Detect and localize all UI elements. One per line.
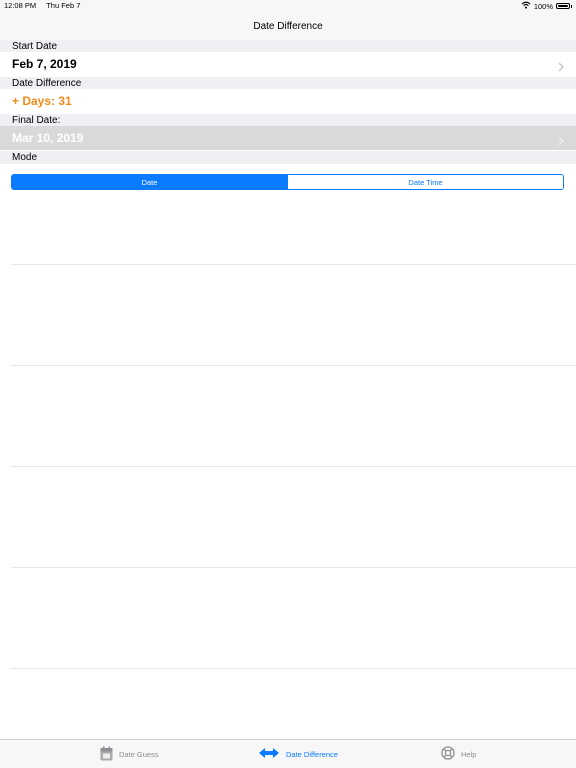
status-time: 12:08 PM (4, 1, 37, 10)
date-difference-value: + Days: 31 (12, 94, 72, 108)
tab-date-difference[interactable]: Date Difference (258, 740, 338, 768)
battery-percentage: 100% (533, 1, 553, 11)
final-date-value: Mar 10, 2019 (12, 131, 84, 145)
chevron-right-icon (556, 59, 566, 72)
final-date-row[interactable]: Mar 10, 2019 (0, 126, 576, 150)
page-title: Date Difference (253, 20, 323, 32)
tab-help-label: Help (461, 749, 477, 759)
battery-icon (556, 3, 570, 9)
lifebuoy-icon (441, 746, 455, 762)
status-left: 12:08 PM Thu Feb 7 (4, 1, 80, 10)
double-arrow-icon (258, 747, 280, 761)
final-date-header-label: Final Date: (12, 115, 61, 126)
start-date-value: Feb 7, 2019 (12, 57, 77, 71)
tab-date-difference-label: Date Difference (286, 749, 338, 759)
calendar-icon (100, 746, 113, 763)
mode-header: Mode (0, 151, 576, 164)
mode-segmented-control[interactable]: Date Date Time (11, 174, 564, 190)
status-right: 100% (521, 1, 572, 11)
status-bar: 12:08 PM Thu Feb 7 100% (0, 0, 576, 12)
tab-date-guess[interactable]: Date Guess (100, 740, 159, 768)
segment-date-time[interactable]: Date Time (287, 175, 563, 189)
start-date-header-label: Start Date (12, 41, 58, 52)
wifi-icon (521, 1, 531, 11)
tab-date-guess-label: Date Guess (119, 749, 159, 759)
battery-tip (571, 4, 572, 8)
picker-divider (11, 365, 576, 366)
tab-help[interactable]: Help (441, 740, 476, 768)
tab-bar: Date Guess Date Difference Help (0, 739, 576, 768)
picker-divider (11, 264, 576, 265)
status-date: Thu Feb 7 (46, 1, 81, 10)
navigation-bar: Date Difference (0, 12, 576, 41)
date-difference-header-label: Date Difference (12, 78, 82, 89)
mode-header-label: Mode (12, 152, 38, 163)
start-date-row[interactable]: Feb 7, 2019 (0, 52, 576, 76)
picker-divider (11, 668, 576, 669)
chevron-right-icon (556, 133, 566, 146)
segment-date[interactable]: Date (12, 175, 287, 189)
date-difference-row[interactable]: + Days: 31 (0, 89, 576, 113)
picker-divider (11, 567, 576, 568)
picker-divider (11, 466, 576, 467)
